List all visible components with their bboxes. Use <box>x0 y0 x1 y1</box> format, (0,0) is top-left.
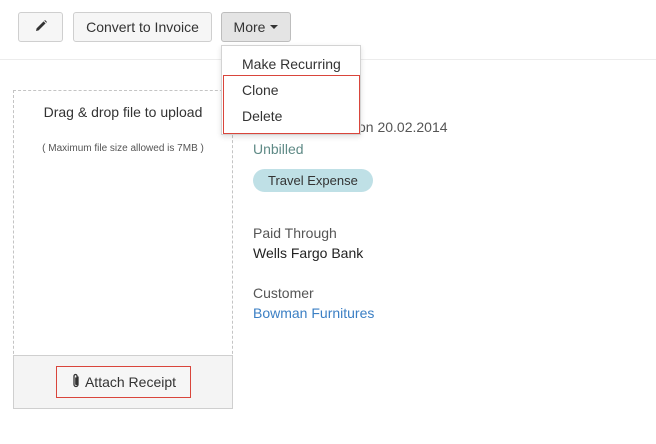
expense-date: on 20.02.2014 <box>358 119 448 135</box>
category-badge: Travel Expense <box>253 169 373 192</box>
pencil-icon <box>34 19 48 36</box>
expense-status: Unbilled <box>253 141 304 157</box>
paid-through-label: Paid Through <box>253 225 337 241</box>
convert-to-invoice-label: Convert to Invoice <box>86 19 199 35</box>
more-dropdown-menu: Make Recurring Clone Delete <box>221 45 361 135</box>
attach-receipt-button[interactable]: Attach Receipt <box>56 366 191 398</box>
paperclip-icon <box>71 373 81 392</box>
more-label: More <box>233 19 266 35</box>
attach-receipt-label: Attach Receipt <box>84 374 177 390</box>
customer-link[interactable]: Bowman Furnitures <box>253 305 374 321</box>
customer-label: Customer <box>253 285 314 301</box>
caret-down-icon <box>270 25 279 29</box>
dropzone-title: Drag & drop file to upload <box>43 104 203 120</box>
paid-through-value: Wells Fargo Bank <box>253 245 364 261</box>
menu-item-make-recurring[interactable]: Make Recurring <box>222 56 360 72</box>
highlight-outline <box>223 75 360 134</box>
more-button[interactable]: More <box>221 12 291 42</box>
receipt-dropzone[interactable]: Drag & drop file to upload ( Maximum fil… <box>13 90 233 409</box>
convert-to-invoice-button[interactable]: Convert to Invoice <box>73 12 212 42</box>
edit-button[interactable] <box>18 12 63 42</box>
category-label: Travel Expense <box>268 173 358 188</box>
dropzone-size-note: ( Maximum file size allowed is 7MB ) <box>42 143 204 154</box>
dropzone-footer: Attach Receipt <box>13 355 233 409</box>
